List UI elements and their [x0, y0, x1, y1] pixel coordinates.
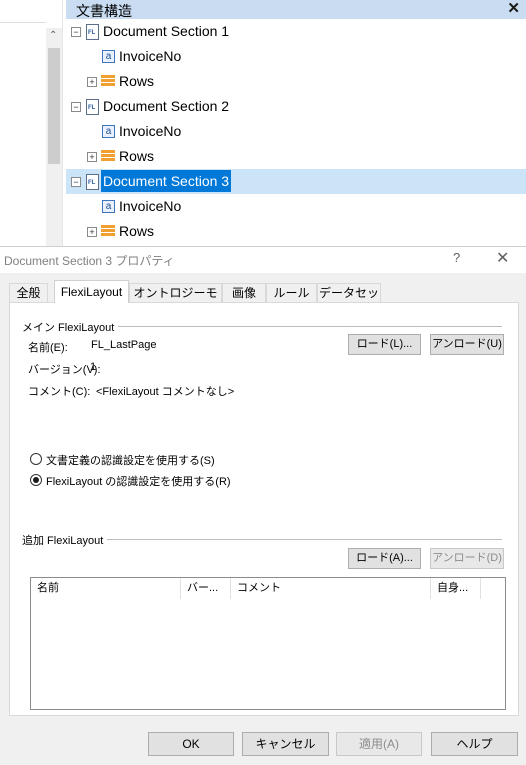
scrollbar-thumb[interactable] [48, 48, 60, 164]
left-pane-scrollbar[interactable]: ⌃ [46, 28, 62, 246]
scroll-up-arrow-icon[interactable]: ⌃ [49, 30, 57, 41]
document-structure-title: 文書構造 [76, 3, 132, 19]
tree-node-label: InvoiceNo [119, 123, 182, 139]
tree-node-rows[interactable]: + Rows [66, 219, 526, 244]
tab-flexilayout[interactable]: FlexiLayout [54, 280, 129, 303]
tree-node-rows[interactable]: + Rows [66, 69, 526, 94]
expand-icon[interactable]: + [87, 227, 97, 237]
comment-value: <FlexiLayout コメントなし> [96, 386, 235, 398]
tab-general[interactable]: 全般 [9, 283, 48, 302]
tree-node-label: Rows [119, 148, 155, 164]
tree-node-label: InvoiceNo [119, 198, 182, 214]
use-definition-settings-radio[interactable] [30, 453, 42, 465]
close-icon[interactable]: ✕ [507, 0, 520, 17]
additional-flexilayout-group-label: 追加 FlexiLayout [22, 532, 108, 548]
tree-node-section-1[interactable]: − Document Section 1 [66, 19, 526, 44]
tree-node-field[interactable]: a InvoiceNo [66, 44, 526, 69]
ok-button[interactable]: OK [148, 732, 234, 756]
collapse-icon[interactable]: − [71, 27, 81, 37]
left-pane: ⌃ [0, 0, 63, 246]
text-field-icon: a [102, 200, 115, 213]
expand-icon[interactable]: + [87, 77, 97, 87]
comment-label: コメント(C): [28, 386, 91, 398]
tree-node-label: Rows [119, 73, 155, 89]
load-additional-button[interactable]: ロード(A)... [348, 548, 421, 569]
expand-icon[interactable]: + [87, 152, 97, 162]
help-button[interactable]: ヘルプ [431, 732, 518, 756]
dialog-title: Document Section 3 プロパティ [4, 254, 175, 268]
use-flexilayout-settings-radio[interactable] [30, 474, 42, 486]
cancel-button[interactable]: キャンセル [242, 732, 329, 756]
tree-node-label: InvoiceNo [119, 48, 182, 64]
tab-ontology-model[interactable]: オントロジーモデル [129, 283, 222, 318]
unload-additional-button: アンロード(D) [430, 548, 504, 569]
main-flexilayout-group-label: メイン FlexiLayout [22, 319, 119, 335]
dialog-title-bar: Document Section 3 プロパティ ? ✕ [0, 247, 526, 273]
flexilayout-document-icon [86, 99, 99, 115]
version-value: 1 [90, 361, 97, 373]
properties-dialog: Document Section 3 プロパティ ? ✕ 全般 FlexiLay… [0, 246, 526, 765]
table-rows-icon [101, 150, 115, 162]
tree-node-section-3[interactable]: − Document Section 3 [66, 169, 526, 194]
table-rows-icon [101, 225, 115, 237]
flexilayout-tab-panel: メイン FlexiLayout 名前(E): FL_LastPage ロード(L… [9, 302, 519, 716]
tree-node-rows[interactable]: + Rows [66, 144, 526, 169]
additional-flexilayout-list[interactable]: 名前 バー... コメント 自身... [30, 577, 506, 710]
text-field-icon: a [102, 125, 115, 138]
load-button[interactable]: ロード(L)... [348, 334, 421, 355]
column-header-name[interactable]: 名前 [31, 578, 181, 599]
name-value: FL_LastPage [91, 339, 157, 351]
name-label: 名前(E): [28, 342, 68, 354]
use-definition-settings-label[interactable]: 文書定義の認識設定を使用する(S) [46, 452, 215, 468]
tab-image[interactable]: 画像 [222, 283, 266, 302]
help-icon[interactable]: ? [453, 250, 460, 265]
tree-node-section-2[interactable]: − Document Section 2 [66, 94, 526, 119]
collapse-icon[interactable]: − [71, 177, 81, 187]
column-header-comment[interactable]: コメント [231, 578, 431, 599]
tree-node-field[interactable]: a InvoiceNo [66, 194, 526, 219]
table-rows-icon [101, 75, 115, 87]
close-icon[interactable]: ✕ [496, 248, 509, 268]
unload-button[interactable]: アンロード(U) [430, 334, 504, 355]
left-pane-divider [0, 22, 46, 23]
column-header-self[interactable]: 自身... [431, 578, 481, 599]
apply-button: 適用(A) [336, 732, 422, 756]
tree-node-label: Document Section 3 [101, 170, 232, 192]
tree-node-field[interactable]: a InvoiceNo [66, 119, 526, 144]
document-structure-tree: − Document Section 1 a InvoiceNo + Rows … [66, 19, 526, 246]
use-flexilayout-settings-label[interactable]: FlexiLayout の認識設定を使用する(R) [46, 473, 231, 489]
column-header-version[interactable]: バー... [181, 578, 231, 599]
tab-rules[interactable]: ルール [266, 283, 317, 302]
flexilayout-document-icon [86, 174, 99, 190]
tree-node-label: Document Section 2 [103, 98, 230, 114]
text-field-icon: a [102, 50, 115, 63]
flexilayout-document-icon [86, 24, 99, 40]
tree-node-label: Rows [119, 223, 155, 239]
document-structure-header: 文書構造 ✕ [66, 0, 526, 19]
tab-dataset[interactable]: データセット [317, 283, 381, 318]
collapse-icon[interactable]: − [71, 102, 81, 112]
tree-node-label: Document Section 1 [103, 23, 230, 39]
